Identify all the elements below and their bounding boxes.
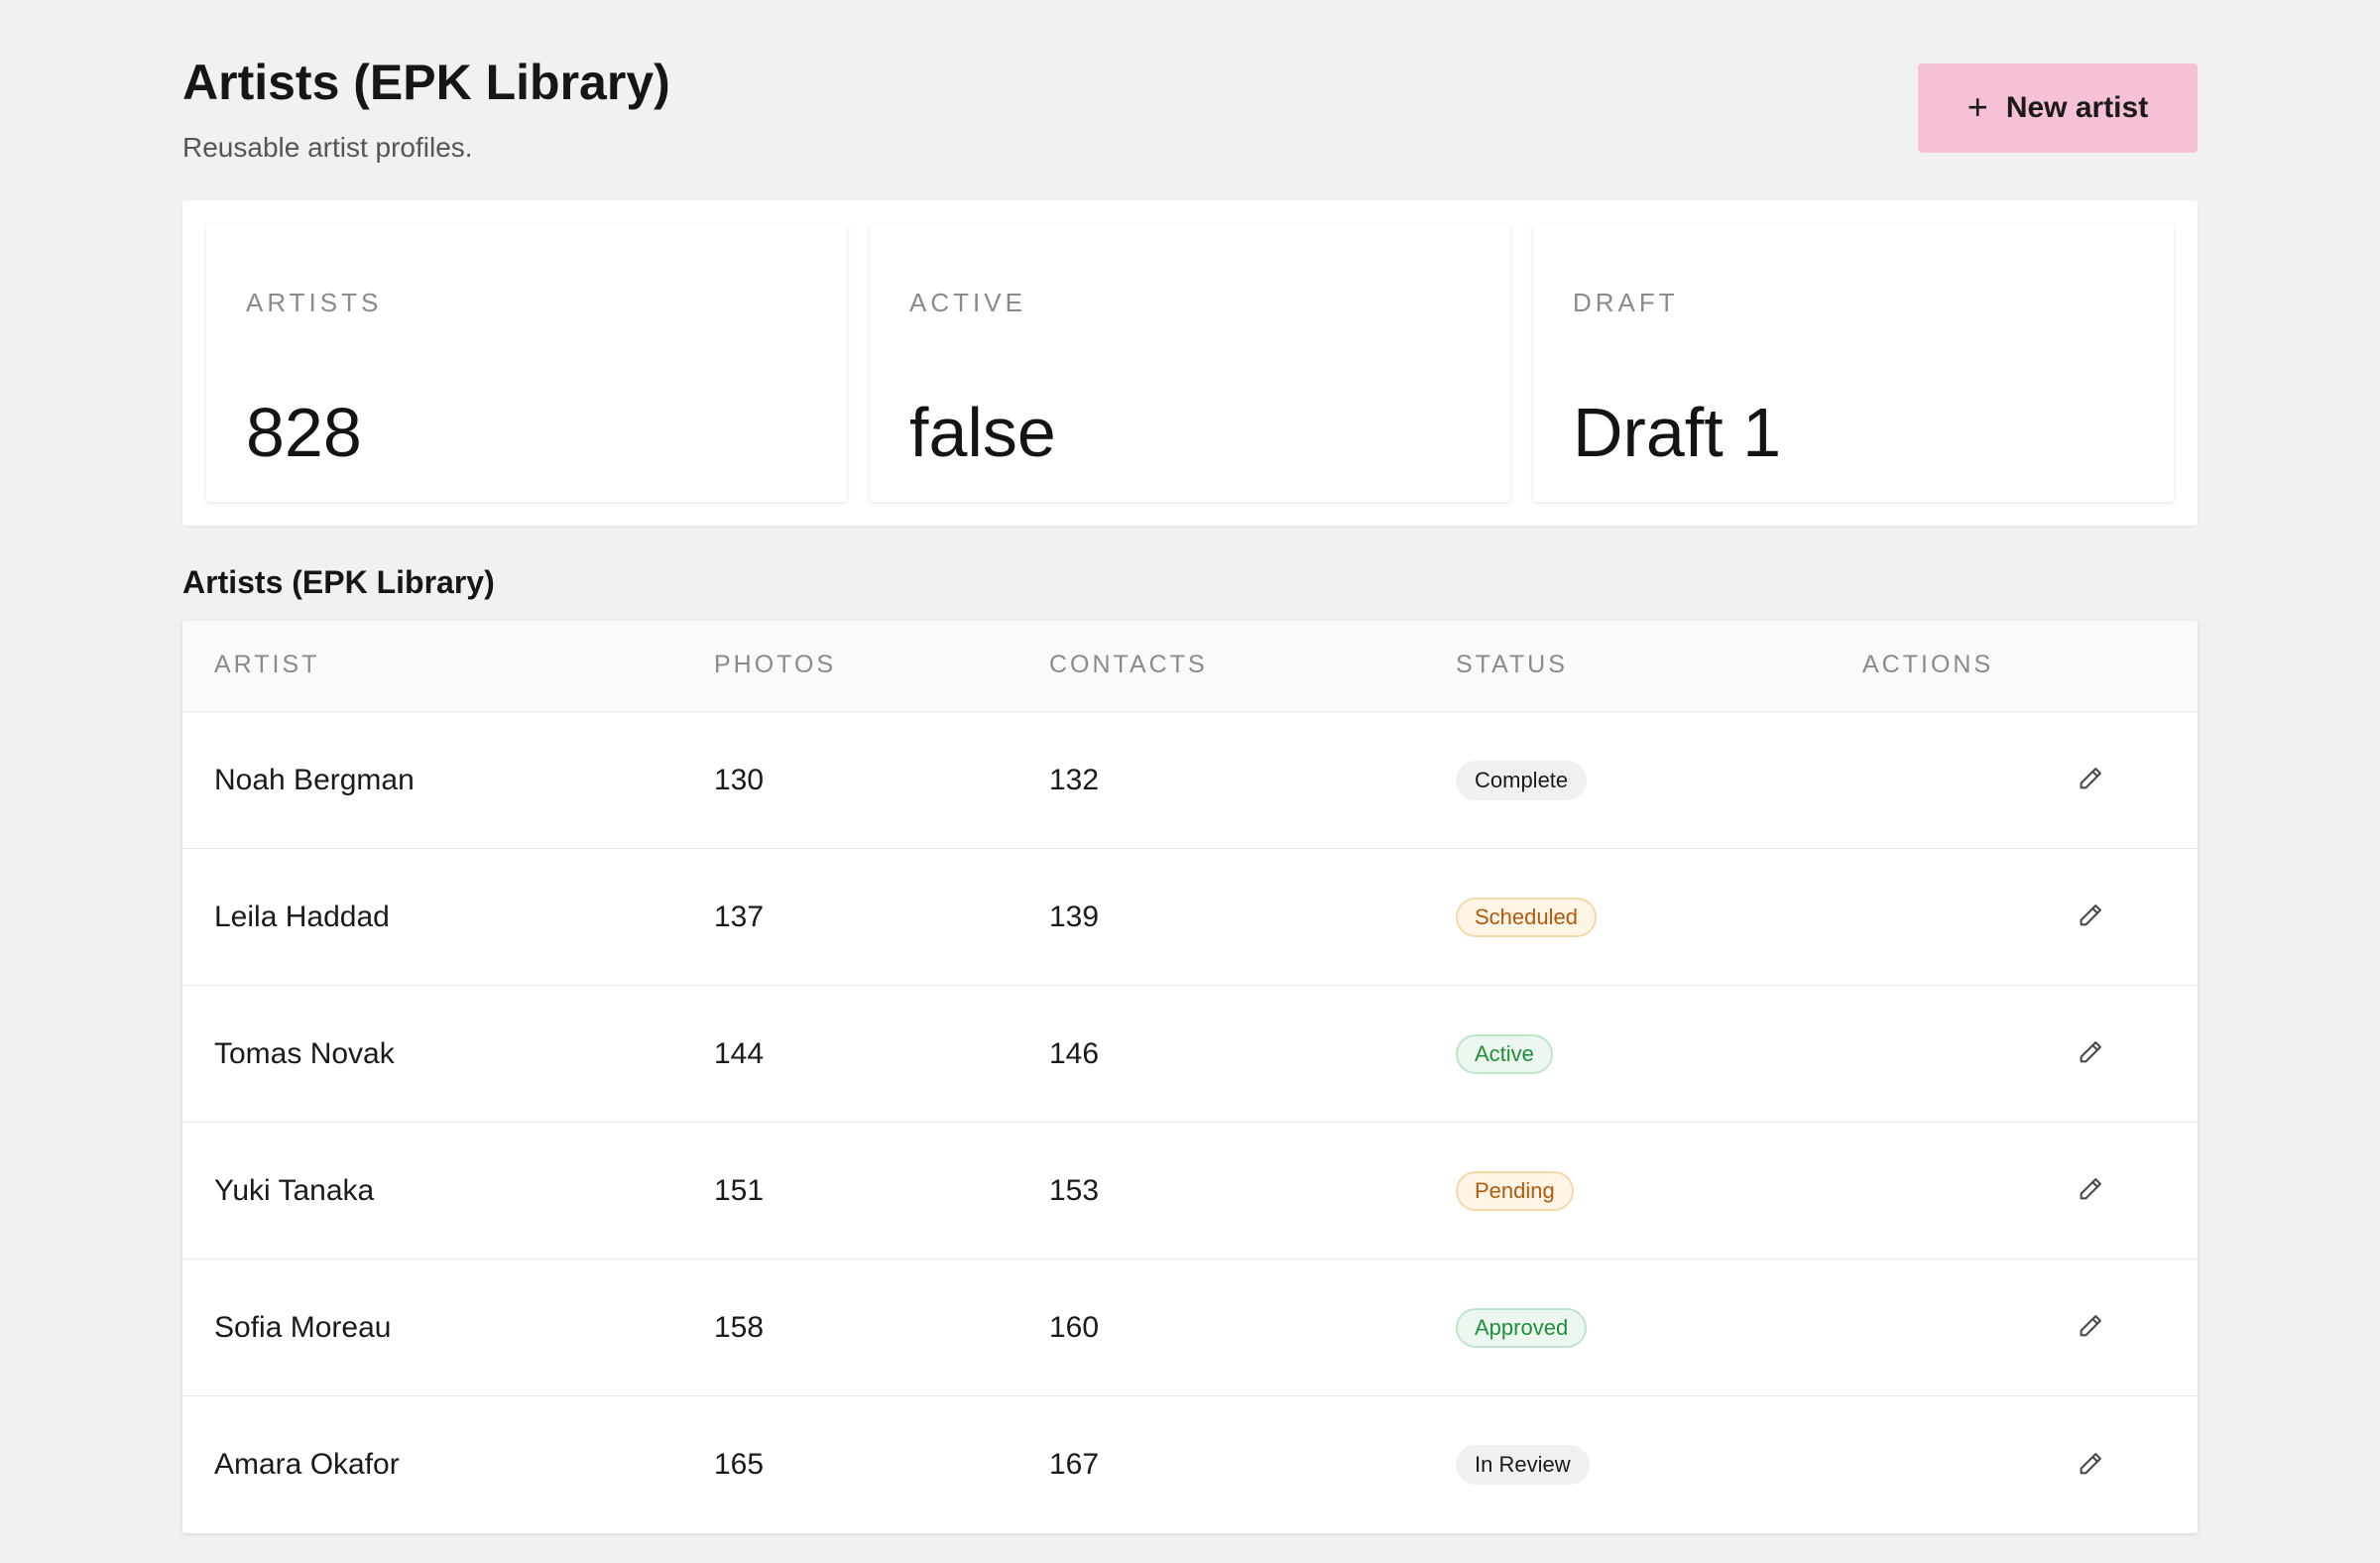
edit-button[interactable]	[2069, 1443, 2112, 1487]
photos-count: 165	[714, 1448, 765, 1481]
artists-table: ARTIST PHOTOS CONTACTS STATUS ACTIONS No…	[182, 621, 2198, 1533]
contacts-count: 167	[1049, 1448, 1100, 1481]
pencil-icon	[2077, 1312, 2104, 1343]
edit-button[interactable]	[2069, 759, 2112, 802]
stats-panel: ARTISTS 828 ACTIVE false DRAFT Draft 1	[182, 200, 2198, 526]
table-header: ARTIST PHOTOS CONTACTS STATUS ACTIONS	[182, 621, 2198, 712]
section-title: Artists (EPK Library)	[182, 564, 495, 600]
stat-value: 828	[246, 394, 362, 471]
edit-button[interactable]	[2069, 1032, 2112, 1076]
photos-count: 130	[714, 763, 765, 796]
table-row[interactable]: Amara Okafor 165 167 In Review	[182, 1396, 2198, 1533]
column-header-actions: ACTIONS	[1862, 651, 1994, 678]
contacts-count: 160	[1049, 1310, 1100, 1344]
status-badge: Scheduled	[1456, 897, 1597, 937]
artist-name[interactable]: Tomas Novak	[214, 1037, 395, 1071]
photos-count: 144	[714, 1036, 765, 1070]
column-header-status[interactable]: STATUS	[1456, 651, 1568, 679]
edit-button[interactable]	[2069, 1169, 2112, 1213]
photos-count: 158	[714, 1310, 765, 1344]
status-badge: Approved	[1456, 1307, 1588, 1348]
edit-button[interactable]	[2069, 896, 2112, 939]
artist-name[interactable]: Yuki Tanaka	[214, 1174, 374, 1208]
edit-button[interactable]	[2069, 1306, 2112, 1350]
stat-card-artists: ARTISTS 828	[206, 224, 847, 502]
stat-label: ACTIVE	[909, 288, 1026, 317]
status-badge: In Review	[1456, 1445, 1590, 1485]
pencil-icon	[2077, 1038, 2104, 1069]
stat-label: ARTISTS	[246, 288, 383, 317]
table-row[interactable]: Noah Bergman 130 132 Complete	[182, 712, 2198, 849]
artist-name[interactable]: Noah Bergman	[214, 764, 415, 797]
page: Artists (EPK Library) Reusable artist pr…	[182, 0, 2198, 1533]
stat-value: Draft 1	[1573, 394, 1782, 471]
new-artist-button-label: New artist	[2005, 91, 2149, 124]
contacts-count: 146	[1049, 1036, 1100, 1070]
column-header-photos[interactable]: PHOTOS	[714, 651, 836, 679]
contacts-count: 139	[1049, 900, 1100, 933]
photos-count: 137	[714, 900, 765, 933]
stat-label: DRAFT	[1573, 288, 1679, 317]
page-title: Artists (EPK Library)	[182, 55, 670, 110]
page-header: Artists (EPK Library) Reusable artist pr…	[182, 0, 2198, 198]
status-badge: Complete	[1456, 760, 1588, 800]
stat-card-draft: DRAFT Draft 1	[1533, 224, 2174, 502]
stat-value: false	[909, 394, 1056, 471]
artist-name[interactable]: Leila Haddad	[214, 901, 390, 934]
page-subtitle: Reusable artist profiles.	[182, 132, 473, 163]
artist-name[interactable]: Sofia Moreau	[214, 1311, 391, 1345]
artist-name[interactable]: Amara Okafor	[214, 1448, 400, 1482]
contacts-count: 132	[1049, 763, 1100, 796]
pencil-icon	[2077, 902, 2104, 932]
contacts-count: 153	[1049, 1173, 1100, 1207]
pencil-icon	[2077, 1450, 2104, 1481]
new-artist-button[interactable]: + New artist	[1918, 63, 2198, 153]
pencil-icon	[2077, 765, 2104, 795]
status-badge: Pending	[1456, 1170, 1574, 1211]
table-row[interactable]: Leila Haddad 137 139 Scheduled	[182, 849, 2198, 986]
column-header-artist[interactable]: ARTIST	[214, 651, 319, 679]
photos-count: 151	[714, 1173, 765, 1207]
table-body: Noah Bergman 130 132 Complete Leila Hadd…	[182, 712, 2198, 1533]
table-row[interactable]: Tomas Novak 144 146 Active	[182, 986, 2198, 1123]
plus-icon: +	[1966, 85, 1988, 127]
pencil-icon	[2077, 1175, 2104, 1206]
column-header-contacts[interactable]: CONTACTS	[1049, 651, 1208, 679]
stat-card-active: ACTIVE false	[870, 224, 1510, 502]
status-badge: Active	[1456, 1033, 1553, 1074]
table-row[interactable]: Sofia Moreau 158 160 Approved	[182, 1260, 2198, 1396]
table-row[interactable]: Yuki Tanaka 151 153 Pending	[182, 1123, 2198, 1260]
